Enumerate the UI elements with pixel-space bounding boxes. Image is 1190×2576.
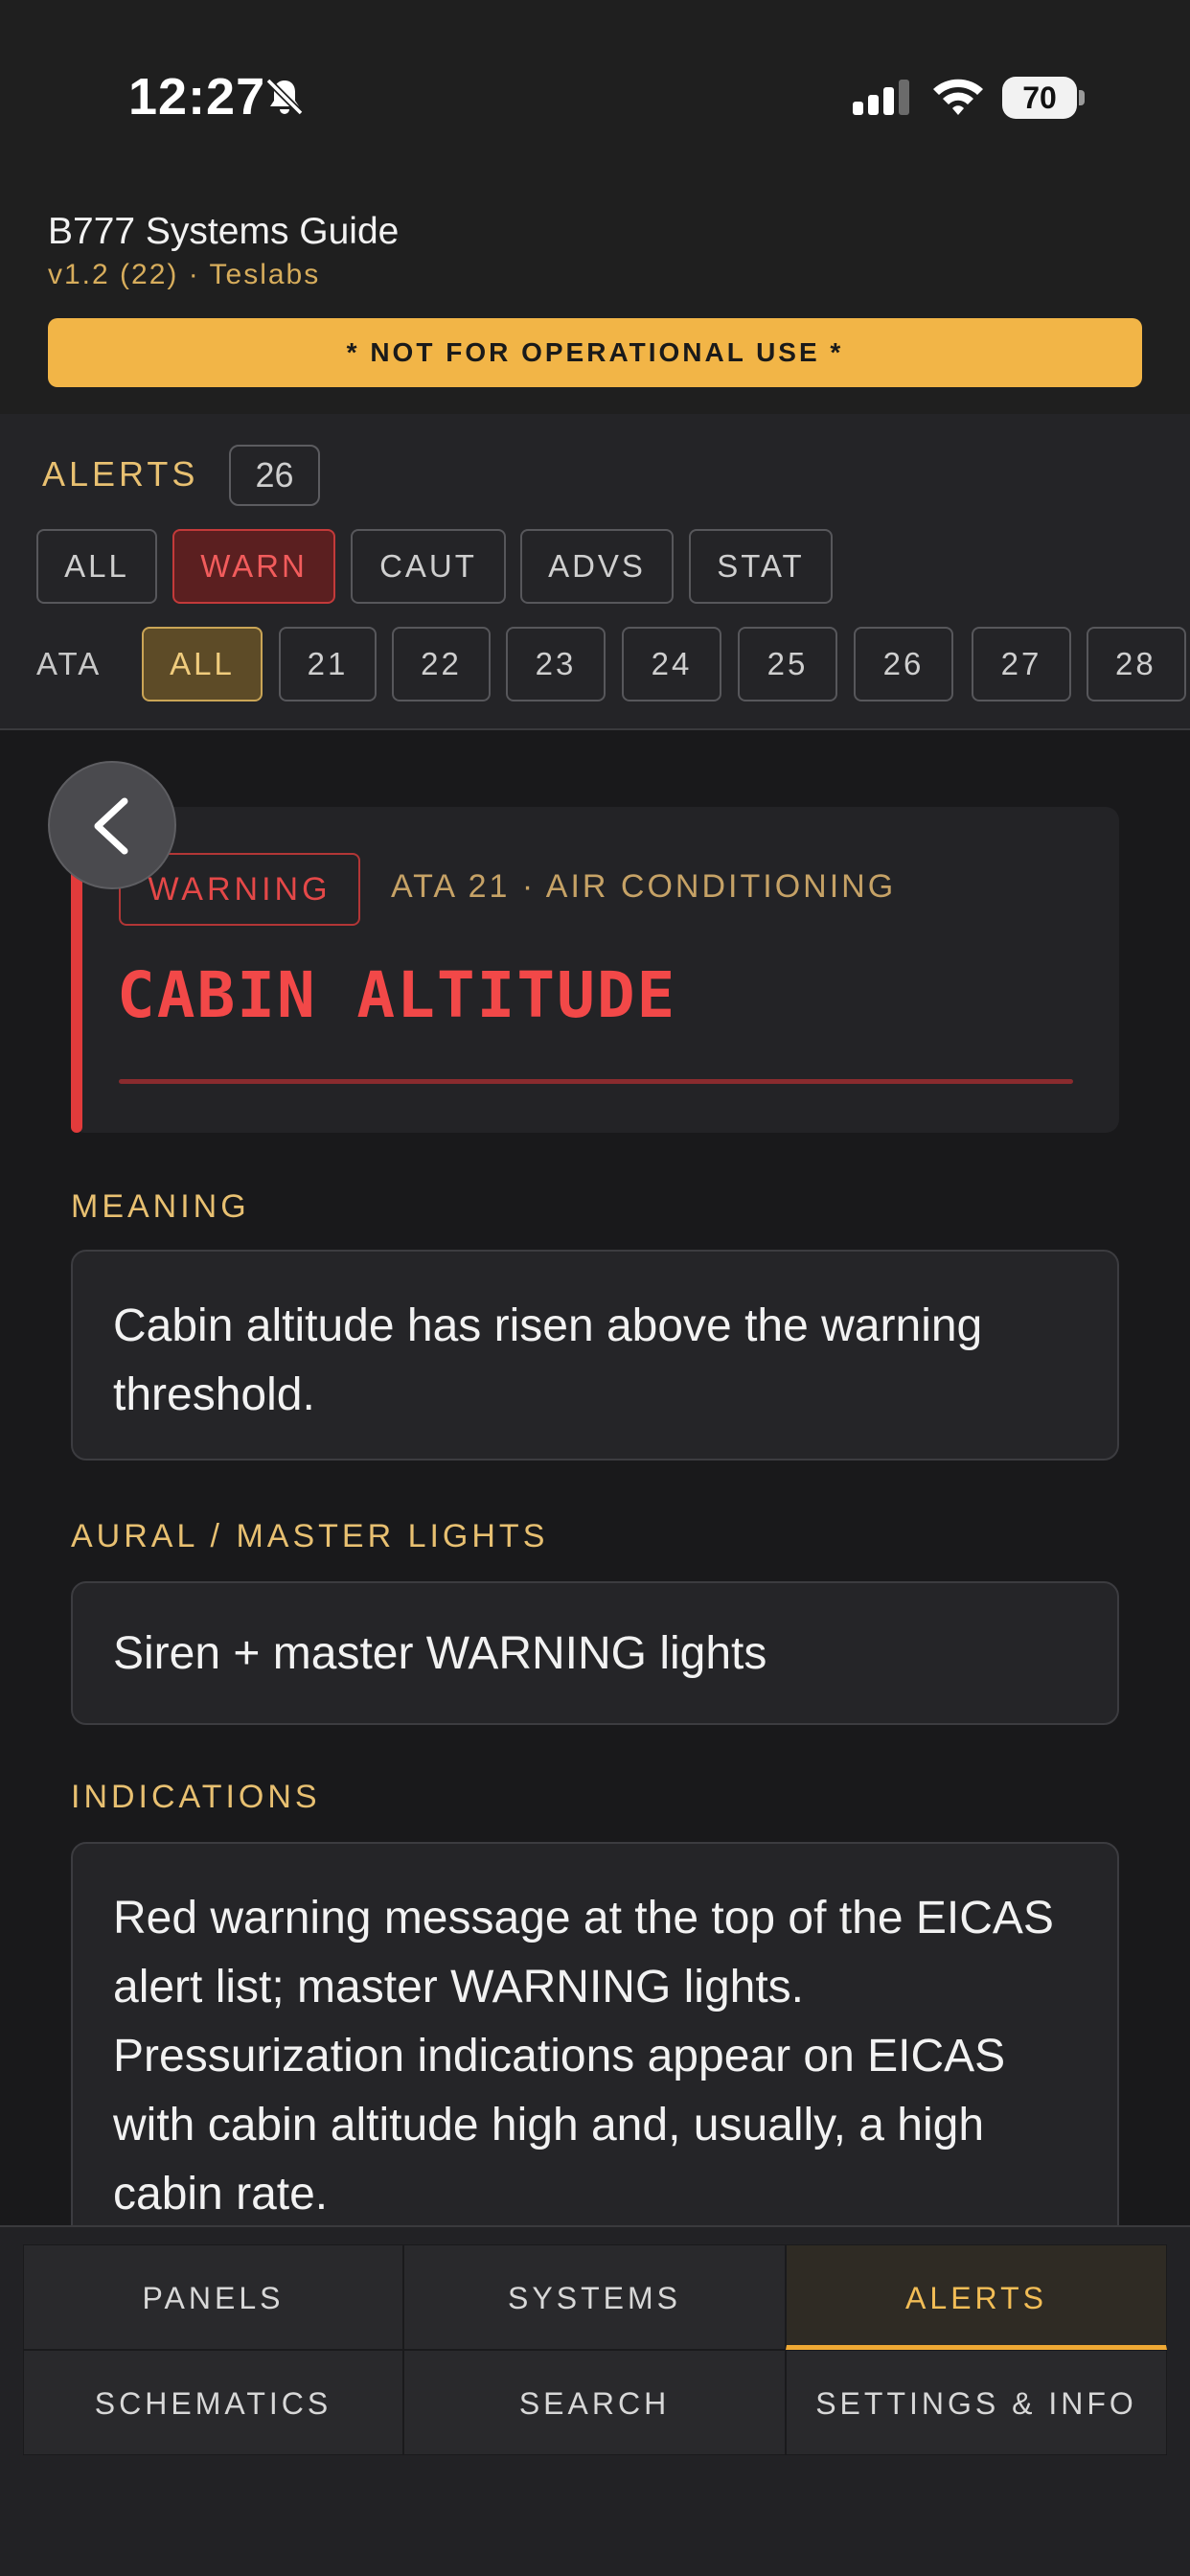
ata-filter-26[interactable]: 26: [854, 627, 953, 702]
app-header: B777 Systems Guide v1.2 (22) · Teslabs *…: [0, 192, 1190, 414]
tab-settings-info[interactable]: SETTINGS & INFO: [786, 2350, 1167, 2455]
tab-alerts[interactable]: ALERTS: [786, 2244, 1167, 2350]
chevron-left-icon: [94, 797, 128, 855]
app-version: v1.2 (22) · Teslabs: [48, 259, 321, 290]
ata-filter-22[interactable]: 22: [392, 627, 491, 702]
not-operational-banner: * NOT FOR OPERATIONAL USE *: [48, 318, 1142, 387]
ata-filter-23[interactable]: 23: [506, 627, 606, 702]
status-time: 12:27: [128, 68, 266, 126]
ata-filter-28[interactable]: 28: [1087, 627, 1186, 702]
level-filter-caut[interactable]: CAUT: [351, 529, 506, 604]
wifi-icon: [933, 79, 983, 115]
bell-slash-icon: [265, 78, 304, 116]
alert-filters: ALERTS 26 ALL WARN CAUT ADVS STAT ATA AL…: [0, 414, 1190, 730]
level-filter-warn[interactable]: WARN: [172, 529, 335, 604]
meaning-box: Cabin altitude has risen above the warni…: [71, 1250, 1119, 1460]
aural-label: AURAL / MASTER LIGHTS: [71, 1518, 549, 1554]
ata-filter-all[interactable]: ALL: [142, 627, 263, 702]
level-filter-stat[interactable]: STAT: [689, 529, 833, 604]
tab-schematics[interactable]: SCHEMATICS: [23, 2350, 403, 2455]
alerts-label: ALERTS: [42, 454, 199, 494]
alert-ata-system: ATA 21 · AIR CONDITIONING: [391, 868, 897, 905]
tab-panels[interactable]: PANELS: [23, 2244, 403, 2350]
aural-box: Siren + master WARNING lights: [71, 1581, 1119, 1725]
indications-box: Red warning message at the top of the EI…: [71, 1842, 1119, 2225]
alert-detail: WARNING ATA 21 · AIR CONDITIONING CABIN …: [0, 730, 1190, 2225]
indications-label: INDICATIONS: [71, 1779, 321, 1815]
level-filter-all[interactable]: ALL: [36, 529, 157, 604]
ata-label: ATA: [36, 646, 103, 681]
ata-filter-27[interactable]: 27: [972, 627, 1071, 702]
alert-title: CABIN ALTITUDE: [117, 958, 677, 1032]
battery-cap: [1079, 90, 1085, 105]
back-button[interactable]: [48, 761, 176, 889]
ata-filter-24[interactable]: 24: [622, 627, 721, 702]
cellular-signal-icon: [853, 80, 909, 115]
tab-systems[interactable]: SYSTEMS: [403, 2244, 786, 2350]
title-divider: [119, 1079, 1073, 1084]
level-filter-advs[interactable]: ADVS: [520, 529, 674, 604]
battery-level: 70: [1022, 80, 1057, 115]
status-bar: 12:27 70: [0, 0, 1190, 192]
app-title: B777 Systems Guide: [48, 211, 400, 252]
tab-search[interactable]: SEARCH: [403, 2350, 786, 2455]
ata-filter-25[interactable]: 25: [738, 627, 837, 702]
meaning-label: MEANING: [71, 1188, 250, 1225]
bottom-tab-bar: PANELS SYSTEMS ALERTS SCHEMATICS SEARCH …: [0, 2225, 1190, 2576]
battery-icon: 70: [1002, 77, 1085, 119]
alerts-count-badge: 26: [229, 445, 320, 506]
ata-filter-21[interactable]: 21: [279, 627, 377, 702]
